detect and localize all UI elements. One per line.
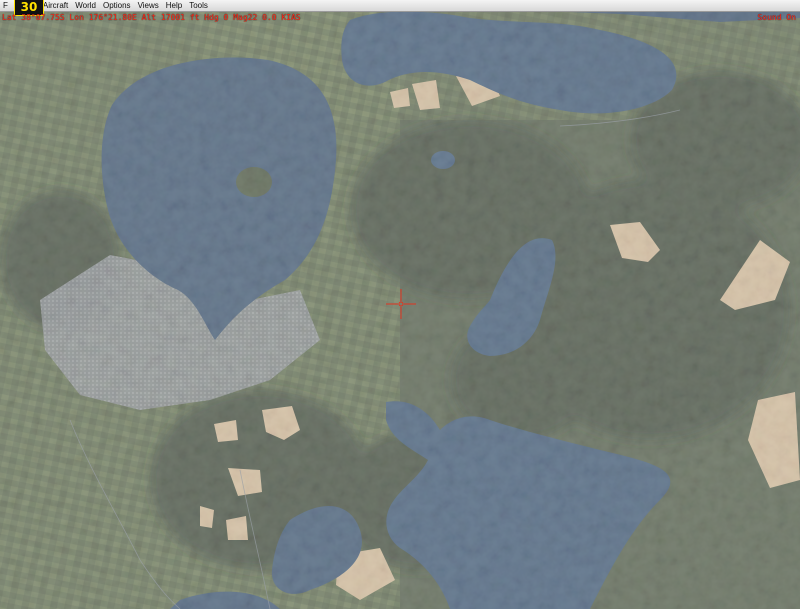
menu-world[interactable]: World bbox=[73, 0, 101, 11]
terrain-texture bbox=[0, 0, 800, 609]
menu-aircraft[interactable]: Aircraft bbox=[41, 0, 73, 11]
status-overlay: Lat 38°07.75S Lon 176°21.80E Alt 17001 f… bbox=[0, 12, 800, 23]
terrain-map-view bbox=[0, 0, 800, 609]
menu-file[interactable]: F bbox=[0, 0, 13, 11]
menu-views[interactable]: Views bbox=[136, 0, 164, 11]
menu-help[interactable]: Help bbox=[164, 0, 187, 11]
menu-bar: F Aircraft World Options Views Help Tools bbox=[0, 0, 800, 12]
menu-tools[interactable]: Tools bbox=[187, 0, 213, 11]
sound-status: Sound On bbox=[757, 13, 796, 22]
position-readout: Lat 38°07.75S Lon 176°21.80E Alt 17001 f… bbox=[2, 13, 301, 22]
menu-options[interactable]: Options bbox=[101, 0, 136, 11]
